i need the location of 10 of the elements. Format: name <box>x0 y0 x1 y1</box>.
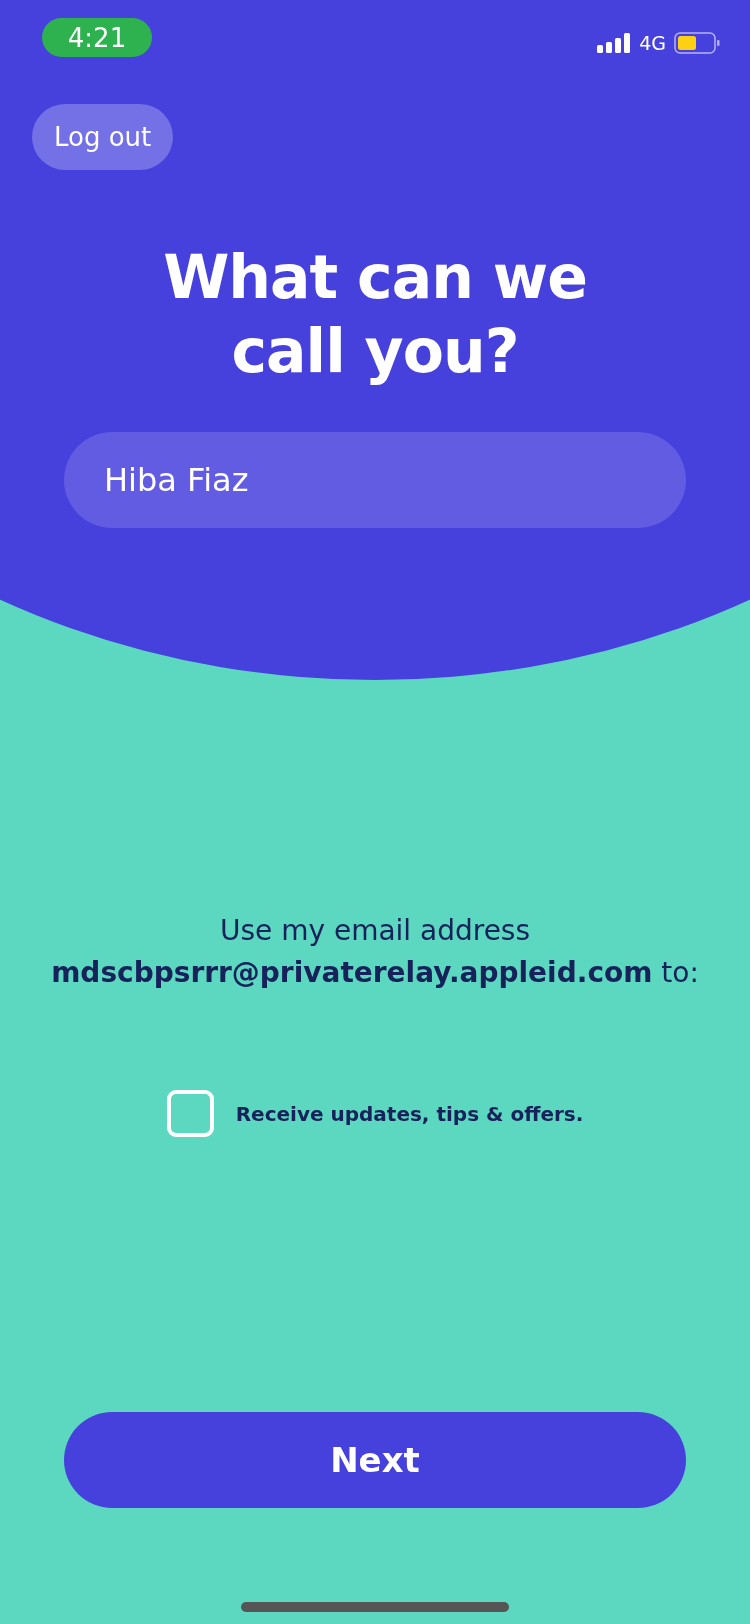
battery-icon <box>674 32 720 54</box>
page-title: What can we call you? <box>162 241 588 388</box>
signal-icon <box>597 33 632 53</box>
email-notice: Use my email address mdscbpsrrr@privaterelay.appleid.com to: <box>50 913 700 991</box>
logout-button[interactable]: Log out <box>32 104 174 170</box>
status-time: 4:21 <box>42 18 152 57</box>
network-label: 4G <box>639 32 666 54</box>
next-button[interactable]: Next <box>64 1412 686 1508</box>
consent-checkbox[interactable] <box>166 1090 214 1137</box>
consent-label: Receive updates, tips & offers. <box>235 1101 584 1126</box>
